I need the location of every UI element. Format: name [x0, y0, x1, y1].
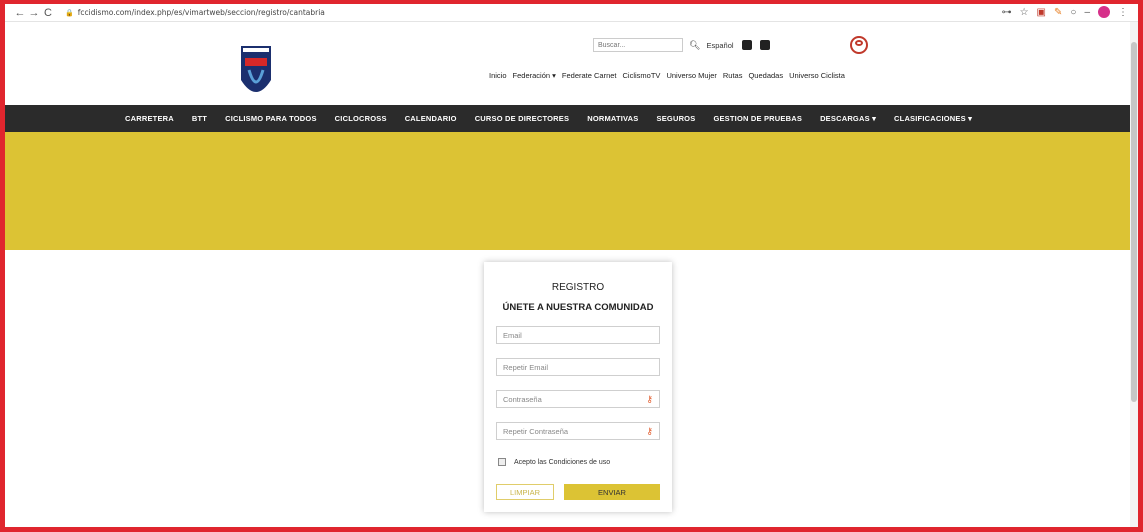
repeat-email-field[interactable]: Repetir Email — [496, 358, 660, 376]
search-input[interactable] — [593, 38, 683, 52]
submit-button[interactable]: ENVIAR — [564, 484, 660, 500]
nav-item-descargas[interactable]: DESCARGAS ▾ — [820, 114, 876, 123]
terms-row: Acepto las Condiciones de uso — [498, 458, 610, 466]
nav-item-ciclismo-para-todos[interactable]: CICLISMO PARA TODOS — [225, 114, 317, 123]
circle-icon[interactable]: ○ — [1070, 7, 1076, 18]
reload-button[interactable]: C — [41, 7, 55, 19]
top-link-quedadas[interactable]: Quedadas — [748, 71, 783, 80]
lock-icon: 🔒 — [65, 8, 74, 17]
nav-item-clasificaciones[interactable]: CLASIFICACIONES ▾ — [894, 114, 972, 123]
repeat-password-placeholder: Repetir Contraseña — [503, 426, 569, 436]
form-title: REGISTRO — [551, 282, 605, 293]
extensions-area: ⊶ ☆ ▣ ✎ ○ – ⋮ — [1002, 6, 1128, 18]
password-field[interactable]: Contraseña ⚷ — [496, 390, 660, 408]
star-icon[interactable]: ☆ — [1020, 7, 1029, 18]
page-scrollbar[interactable] — [1130, 22, 1138, 527]
nav-item-normativas[interactable]: NORMATIVAS — [587, 114, 638, 123]
menu-icon[interactable]: ⋮ — [1118, 7, 1128, 18]
repeat-password-field[interactable]: Repetir Contraseña ⚷ — [496, 422, 660, 440]
top-link-universo-ciclista[interactable]: Universo Ciclista — [789, 71, 845, 80]
instagram-icon[interactable] — [759, 40, 770, 50]
back-button[interactable]: ← — [13, 7, 27, 19]
terms-checkbox[interactable] — [498, 458, 506, 466]
browser-toolbar: ← → C 🔒 fccidismo.com/index.php/es/vimar… — [5, 4, 1138, 22]
hero-banner — [5, 132, 1138, 250]
form-subtitle: ÚNETE A NUESTRA COMUNIDAD — [502, 302, 654, 313]
top-link-universo-mujer[interactable]: Universo Mujer — [666, 71, 716, 80]
nav-item-ciclocross[interactable]: CICLOCROSS — [335, 114, 387, 123]
repeat-email-placeholder: Repetir Email — [503, 362, 549, 372]
top-link-federate-carnet[interactable]: Federate Carnet — [562, 71, 617, 80]
language-selector[interactable]: Español — [706, 41, 733, 50]
bookmark-icon[interactable]: ▣ — [1037, 7, 1046, 18]
password-key-icon[interactable]: ⚷ — [646, 394, 653, 405]
forward-button[interactable]: → — [27, 7, 41, 19]
clear-button[interactable]: LIMPIAR — [496, 484, 554, 500]
search-icon[interactable]: 🔍︎ — [689, 40, 700, 51]
facebook-icon[interactable] — [741, 40, 752, 50]
key-icon[interactable]: ⊶ — [1002, 7, 1012, 18]
nav-item-carretera[interactable]: CARRETERA — [125, 114, 174, 123]
user-account-icon[interactable] — [850, 36, 868, 54]
nav-item-calendario[interactable]: CALENDARIO — [405, 114, 457, 123]
password-placeholder: Contraseña — [503, 394, 542, 404]
profile-avatar[interactable] — [1098, 6, 1110, 18]
scrollbar-thumb[interactable] — [1131, 42, 1137, 402]
address-bar[interactable]: 🔒 fccidismo.com/index.php/es/vimartweb/s… — [65, 8, 325, 17]
nav-item-btt[interactable]: BTT — [192, 114, 207, 123]
top-link-ciclismotv[interactable]: CiclismoTV — [623, 71, 661, 80]
page-frame: ← → C 🔒 fccidismo.com/index.php/es/vimar… — [0, 0, 1143, 532]
top-link-inicio[interactable]: Inicio — [489, 71, 507, 80]
nav-item-curso-directores[interactable]: CURSO DE DIRECTORES — [475, 114, 570, 123]
top-link-federacion[interactable]: Federación ▾ — [513, 71, 556, 80]
registration-card: REGISTRO ÚNETE A NUESTRA COMUNIDAD Email… — [484, 262, 672, 512]
main-nav: CARRETERA BTT CICLISMO PARA TODOS CICLOC… — [5, 105, 1138, 132]
header-tools: 🔍︎ Español — [593, 38, 770, 52]
nav-item-gestion-pruebas[interactable]: GESTION DE PRUEBAS — [713, 114, 802, 123]
url-text: fccidismo.com/index.php/es/vimartweb/sec… — [77, 8, 325, 17]
extension-icon[interactable]: ✎ — [1054, 7, 1062, 18]
repeat-password-key-icon[interactable]: ⚷ — [646, 426, 653, 437]
terms-label: Acepto las Condiciones de uso — [514, 458, 611, 466]
email-placeholder: Email — [503, 330, 522, 340]
minimize-icon[interactable]: – — [1084, 7, 1090, 18]
top-link-rutas[interactable]: Rutas — [723, 71, 743, 80]
top-links-menu: Inicio Federación ▾ Federate Carnet Cicl… — [489, 71, 845, 80]
nav-item-seguros[interactable]: SEGUROS — [657, 114, 696, 123]
federation-logo[interactable] — [239, 46, 273, 106]
email-field[interactable]: Email — [496, 326, 660, 344]
